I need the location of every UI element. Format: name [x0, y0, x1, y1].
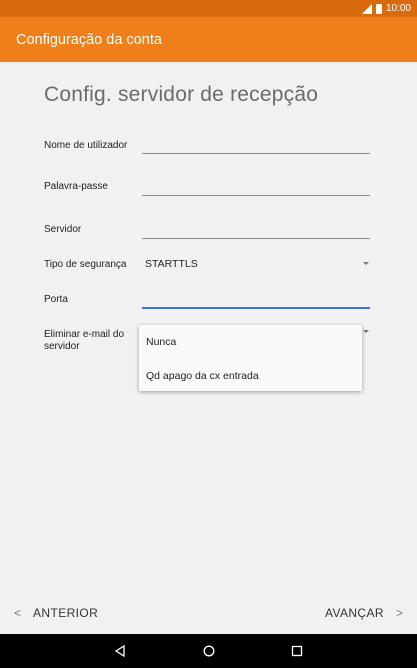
app-bar: Configuração da conta: [0, 17, 417, 62]
server-label: Servidor: [44, 224, 82, 235]
signal-icon: [361, 3, 372, 14]
wizard-navigation: < ANTERIOR AVANÇAR >: [0, 598, 417, 632]
battery-icon: [375, 3, 382, 14]
security-type-label: Tipo de segurança: [44, 259, 127, 270]
delete-option-menu: Nunca Qd apago da cx entrada: [139, 325, 362, 391]
delete-from-server-label: Eliminar e-mail do servidor: [44, 329, 124, 353]
status-bar: 10:00: [0, 0, 417, 17]
previous-button[interactable]: < ANTERIOR: [14, 606, 98, 620]
port-label: Porta: [44, 294, 68, 305]
recent-apps-icon[interactable]: [289, 643, 305, 659]
back-icon[interactable]: [112, 643, 128, 659]
password-input[interactable]: [142, 195, 370, 196]
security-type-select[interactable]: STARTTLS: [145, 258, 198, 270]
menu-item-when-deleted-inbox[interactable]: Qd apago da cx entrada: [139, 359, 362, 392]
chevron-down-icon: [363, 330, 369, 333]
username-label: Nome de utilizador: [44, 140, 128, 151]
port-input[interactable]: [142, 307, 370, 309]
password-label: Palavra-passe: [44, 181, 108, 192]
delete-from-server-label-line2: servidor: [44, 341, 80, 352]
status-time: 10:00: [385, 3, 411, 14]
chevron-down-icon: [363, 262, 369, 265]
menu-item-never[interactable]: Nunca: [139, 325, 362, 358]
chevron-left-icon: <: [14, 606, 22, 620]
server-input[interactable]: [142, 238, 370, 239]
delete-from-server-label-line1: Eliminar e-mail do: [44, 329, 125, 340]
home-icon[interactable]: [201, 643, 217, 659]
page-heading: Config. servidor de recepção: [44, 83, 319, 106]
next-button[interactable]: AVANÇAR >: [325, 606, 403, 620]
status-icons: 10:00: [361, 2, 411, 15]
next-label: AVANÇAR: [324, 606, 384, 620]
system-navigation-bar: [0, 634, 417, 668]
previous-label: ANTERIOR: [33, 606, 99, 620]
app-title: Configuração da conta: [16, 32, 162, 48]
chevron-right-icon: >: [395, 606, 403, 620]
username-input[interactable]: [142, 153, 370, 154]
